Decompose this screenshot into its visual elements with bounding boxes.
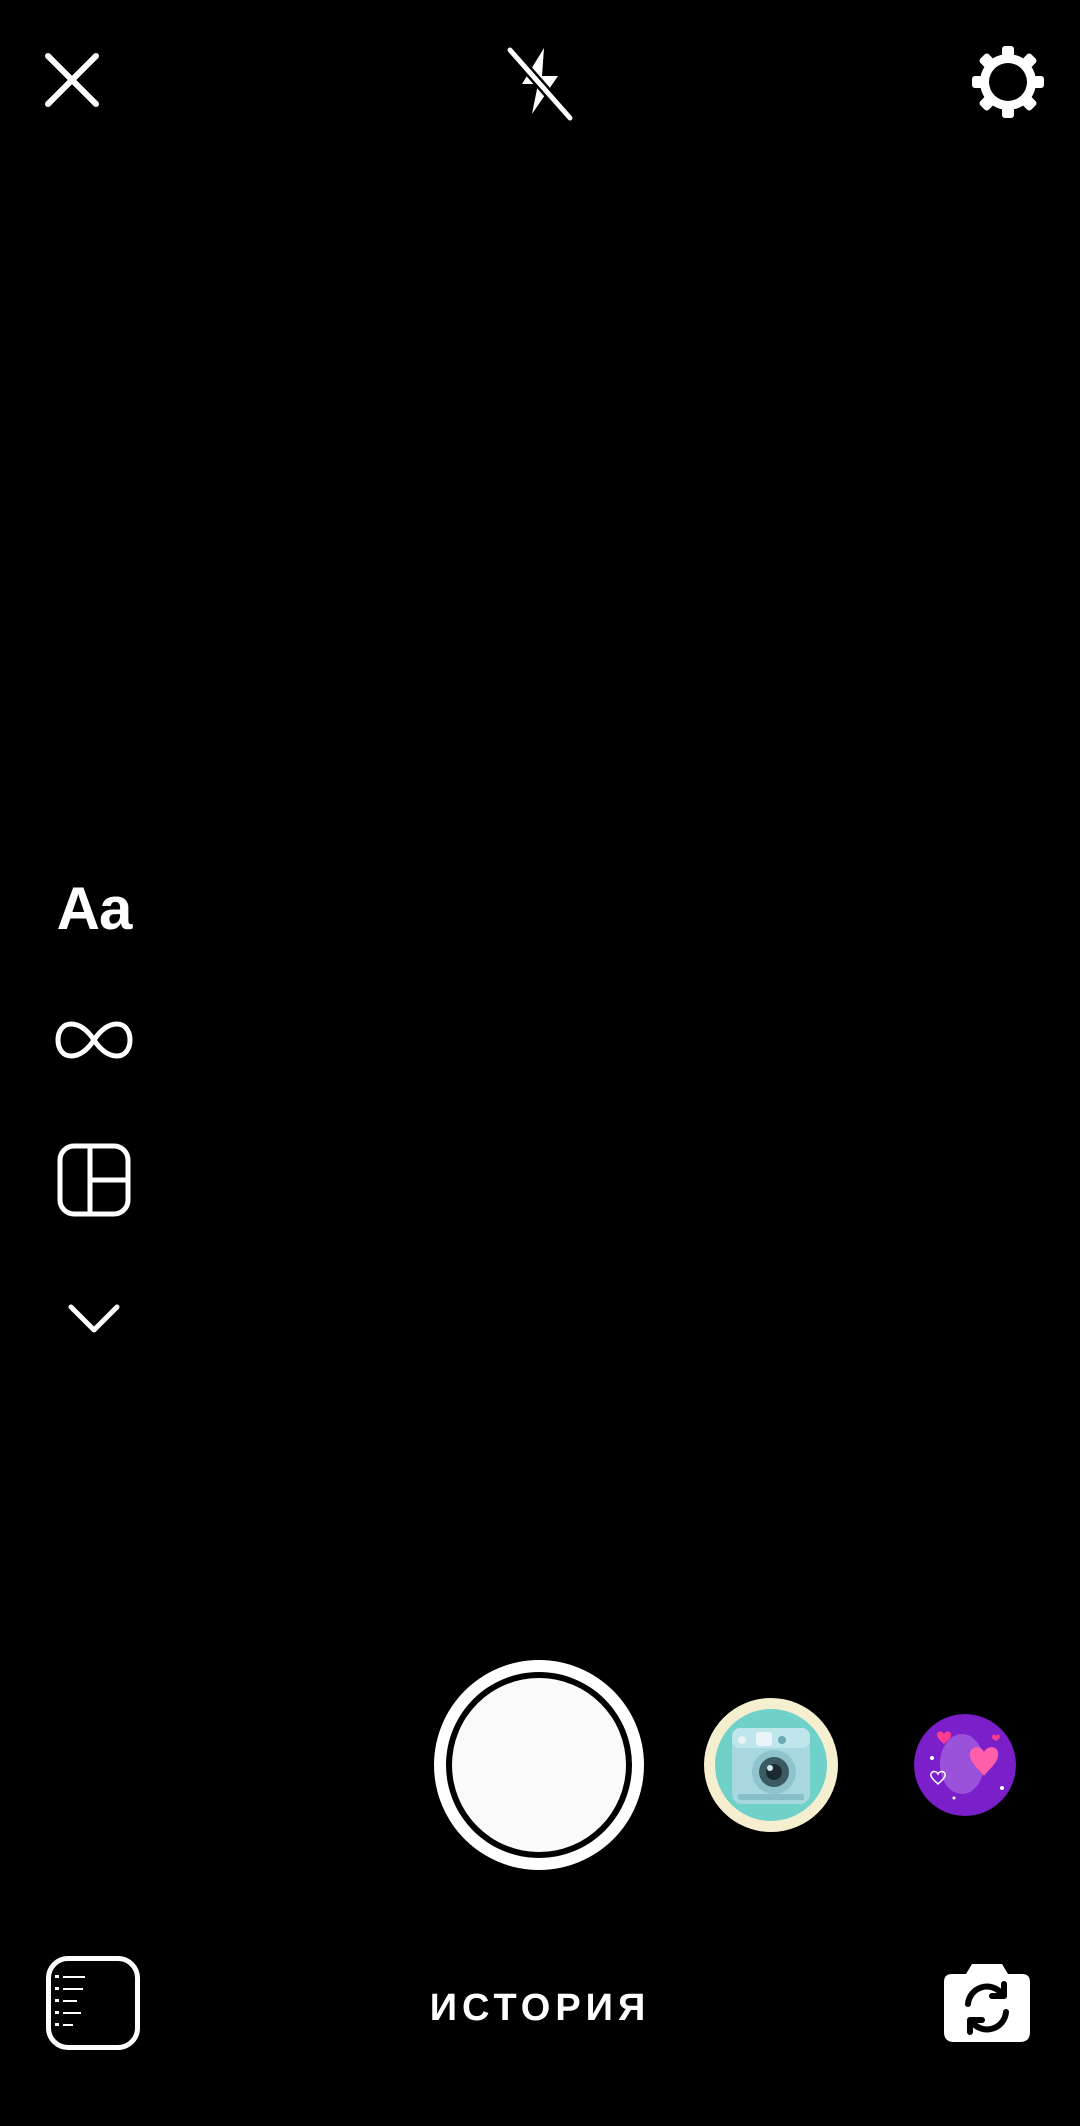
layout-grid-icon (57, 1143, 131, 1217)
camera-flip-icon (944, 1964, 1030, 2042)
flash-off-icon (505, 45, 575, 122)
gallery-thumbnail (55, 1975, 85, 2026)
story-mode-label[interactable]: ИСТОРИЯ (340, 1978, 740, 2038)
effect-instant-camera[interactable] (704, 1698, 838, 1832)
flash-toggle-button[interactable] (498, 40, 582, 124)
hearts-effect-icon (914, 1714, 1016, 1816)
infinity-icon (55, 1021, 133, 1059)
boomerang-tool[interactable] (52, 1010, 136, 1070)
close-icon (45, 53, 99, 107)
instant-camera-effect-icon (715, 1709, 827, 1821)
more-tools-button[interactable] (64, 1296, 124, 1340)
gallery-button[interactable] (46, 1956, 140, 2050)
gear-icon (972, 46, 1044, 118)
settings-button[interactable] (966, 40, 1050, 124)
effect-hearts[interactable] (914, 1714, 1016, 1816)
close-button[interactable] (36, 44, 108, 116)
text-tool-label: Aa (56, 874, 133, 942)
text-create-tool[interactable]: Aa (44, 868, 144, 948)
chevron-down-icon (68, 1304, 120, 1333)
shutter-core (452, 1678, 626, 1852)
flip-camera-button[interactable] (942, 1958, 1032, 2044)
mode-label-text: ИСТОРИЯ (429, 1986, 651, 2029)
shutter-button[interactable] (434, 1660, 644, 1870)
camera-screen: Aa ИСТОРИЯ (0, 0, 1080, 2126)
layout-tool[interactable] (56, 1142, 132, 1218)
